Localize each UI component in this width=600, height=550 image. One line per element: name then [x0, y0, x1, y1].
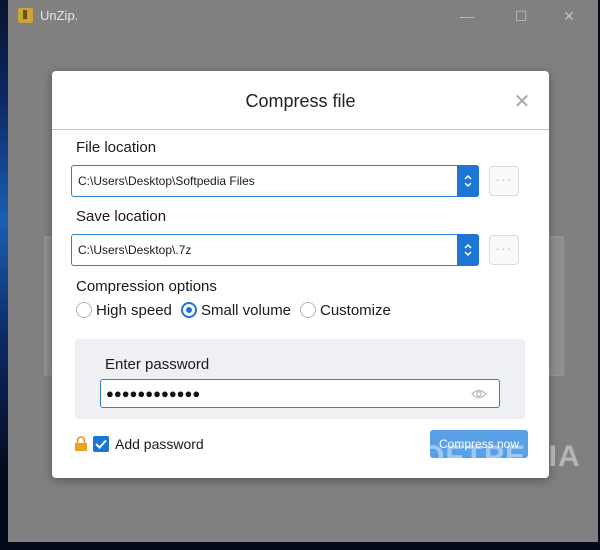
radio-high-speed-label[interactable]: High speed — [96, 302, 172, 319]
chevron-up-down-icon — [464, 243, 472, 257]
save-location-select[interactable]: C:\Users\Desktop\.7z — [71, 234, 479, 266]
save-location-spinner[interactable] — [457, 234, 479, 266]
dialog-title: Compress file — [245, 91, 356, 111]
radio-customize-label[interactable]: Customize — [320, 302, 391, 319]
file-location-value: C:\Users\Desktop\Softpedia Files — [78, 174, 255, 188]
lock-icon — [75, 436, 87, 451]
file-location-label: File location — [76, 139, 157, 156]
chevron-up-down-icon — [464, 174, 472, 188]
radio-small-volume-label[interactable]: Small volume — [201, 302, 291, 319]
radio-high-speed[interactable] — [76, 302, 92, 318]
add-password-checkbox[interactable] — [93, 436, 109, 452]
radio-small-volume[interactable] — [181, 302, 197, 318]
password-panel: Enter password ●●●●●●●●●●●● — [75, 339, 525, 419]
file-location-browse-button[interactable]: ··· — [489, 166, 519, 196]
add-password-label[interactable]: Add password — [115, 436, 204, 452]
app-title: UnZip. — [40, 8, 79, 23]
minimize-button[interactable]: — — [456, 6, 478, 26]
app-logo-icon — [18, 8, 33, 23]
dialog-close-button[interactable]: ✕ — [510, 91, 534, 113]
maximize-button[interactable]: ☐ — [510, 6, 532, 26]
eye-icon[interactable] — [471, 388, 487, 400]
softpedia-watermark: SOFTPEDIA — [400, 440, 581, 473]
file-location-select[interactable]: C:\Users\Desktop\Softpedia Files — [71, 165, 479, 197]
password-label: Enter password — [105, 356, 210, 373]
save-location-value: C:\Users\Desktop\.7z — [78, 243, 192, 257]
title-bar: UnZip. — ☐ ✕ — [8, 0, 598, 32]
compress-dialog: Compress file ✕ File location C:\Users\D… — [52, 71, 549, 478]
title-divider — [52, 129, 549, 130]
save-location-browse-button[interactable]: ··· — [489, 235, 519, 265]
window-close-button[interactable]: ✕ — [558, 6, 580, 26]
file-location-spinner[interactable] — [457, 165, 479, 197]
checkmark-icon — [95, 439, 107, 449]
password-value: ●●●●●●●●●●●● — [106, 386, 201, 401]
save-location-label: Save location — [76, 208, 167, 225]
password-input[interactable]: ●●●●●●●●●●●● — [100, 379, 500, 408]
radio-customize[interactable] — [300, 302, 316, 318]
compression-options-label: Compression options — [76, 278, 217, 295]
